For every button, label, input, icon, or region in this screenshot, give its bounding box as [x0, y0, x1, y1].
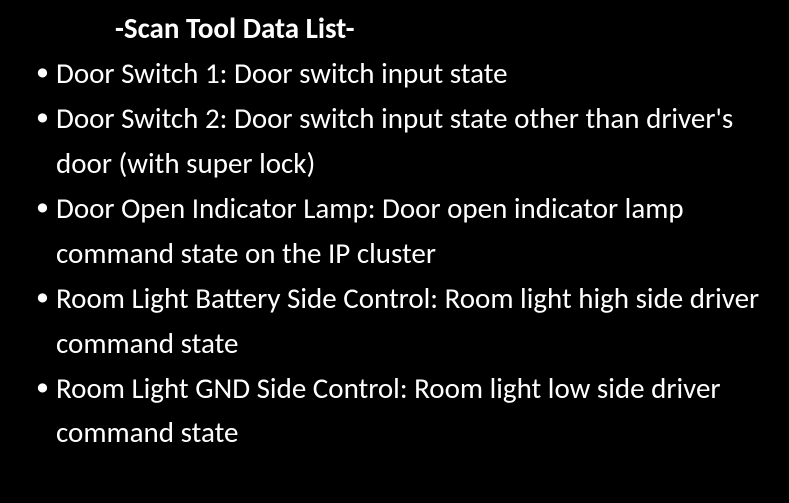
data-list: Door Switch 1: Door switch input state D…: [30, 51, 769, 455]
list-item: Door Switch 2: Door switch input state o…: [36, 96, 769, 186]
section-title: -Scan Tool Data List-: [115, 6, 769, 51]
list-item: Room Light Battery Side Control: Room li…: [36, 276, 769, 366]
list-item: Door Open Indicator Lamp: Door open indi…: [36, 186, 769, 276]
list-item: Room Light GND Side Control: Room light …: [36, 366, 769, 456]
list-item: Door Switch 1: Door switch input state: [36, 51, 769, 96]
